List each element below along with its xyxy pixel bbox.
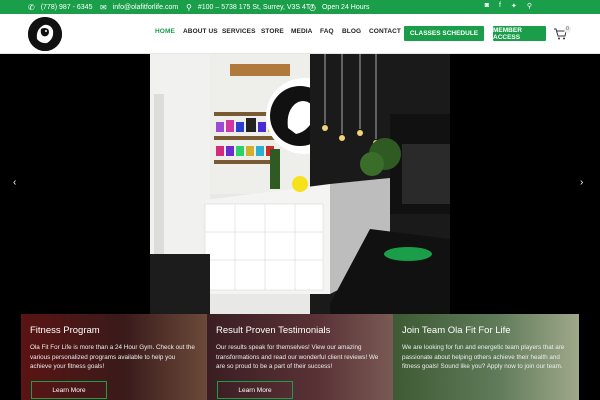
lion-logo-icon (28, 17, 62, 51)
brand-logo[interactable] (28, 17, 62, 51)
gym-interior-photo (150, 54, 450, 314)
email-contact[interactable]: ✉ info@olafitforlife.com (100, 0, 178, 14)
nav-services[interactable]: SERVICES (222, 28, 261, 35)
testimonials-card: Result Proven Testimonials Our results s… (207, 314, 393, 400)
search-icon[interactable]: ⚲ (527, 2, 532, 10)
hero-slider: ‹ › Fitness Program Ola Fit For Life is … (0, 54, 600, 400)
card-text: Ola Fit For Life is more than a 24 Hour … (30, 344, 195, 371)
location-pin-icon: ⚲ (186, 2, 192, 12)
card-text: We are looking for fun and energetic tea… (402, 344, 565, 371)
nav-store[interactable]: STORE (261, 28, 291, 35)
fitness-program-card: Fitness Program Ola Fit For Life is more… (21, 314, 207, 400)
email-text: info@olafitforlife.com (112, 3, 179, 11)
gym-photo-illustration (150, 54, 450, 314)
address-text: #100 – 5738 175 St, Surrey, V3S 4T7 (197, 3, 315, 11)
classes-schedule-button[interactable]: CLASSES SCHEDULE (404, 26, 484, 41)
slider-prev-arrow[interactable]: ‹ (13, 177, 16, 188)
clock-icon: ◷ (309, 2, 316, 12)
hours-text: Open 24 Hours (321, 3, 370, 11)
facebook-icon[interactable]: f (499, 2, 501, 10)
nav-about-us[interactable]: ABOUT US (183, 28, 222, 35)
phone-text: (778) 987 - 6345 (40, 3, 93, 11)
card-text: Our results speak for themselves! View o… (216, 344, 379, 371)
twitter-icon[interactable]: ✦ (511, 2, 517, 10)
mail-icon: ✉ (100, 2, 107, 12)
phone-icon: ✆ (28, 2, 35, 12)
site-header: HOME ABOUT US SERVICES STORE MEDIA FAQ B… (0, 14, 600, 54)
card-title: Result Proven Testimonials (216, 325, 331, 336)
card-title: Fitness Program (30, 325, 100, 336)
nav-media[interactable]: MEDIA (291, 28, 320, 35)
top-bar: ✆ (778) 987 - 6345 ✉ info@olafitforlife.… (0, 0, 600, 14)
nav-blog[interactable]: BLOG (342, 28, 369, 35)
main-nav: HOME ABOUT US SERVICES STORE MEDIA FAQ B… (155, 28, 407, 35)
nav-home[interactable]: HOME (155, 28, 183, 35)
nav-faq[interactable]: FAQ (320, 28, 342, 35)
instagram-icon[interactable]: ◙ (485, 2, 489, 10)
hours-info: ◷ Open 24 Hours (309, 0, 369, 14)
join-team-card: Join Team Ola Fit For Life We are lookin… (393, 314, 579, 400)
slider-next-arrow[interactable]: › (580, 177, 583, 188)
address-info[interactable]: ⚲ #100 – 5738 175 St, Surrey, V3S 4T7 (186, 0, 314, 14)
cart-count-badge: 0 (564, 26, 571, 33)
nav-contact[interactable]: CONTACT (369, 28, 407, 35)
social-links: ◙ f ✦ ⚲ (485, 2, 532, 10)
card-title: Join Team Ola Fit For Life (402, 325, 511, 336)
learn-more-button[interactable]: Learn More (217, 381, 293, 399)
learn-more-button[interactable]: Learn More (31, 381, 107, 399)
phone-contact[interactable]: ✆ (778) 987 - 6345 (28, 0, 92, 14)
member-access-button[interactable]: MEMBER ACCESS (493, 26, 546, 41)
